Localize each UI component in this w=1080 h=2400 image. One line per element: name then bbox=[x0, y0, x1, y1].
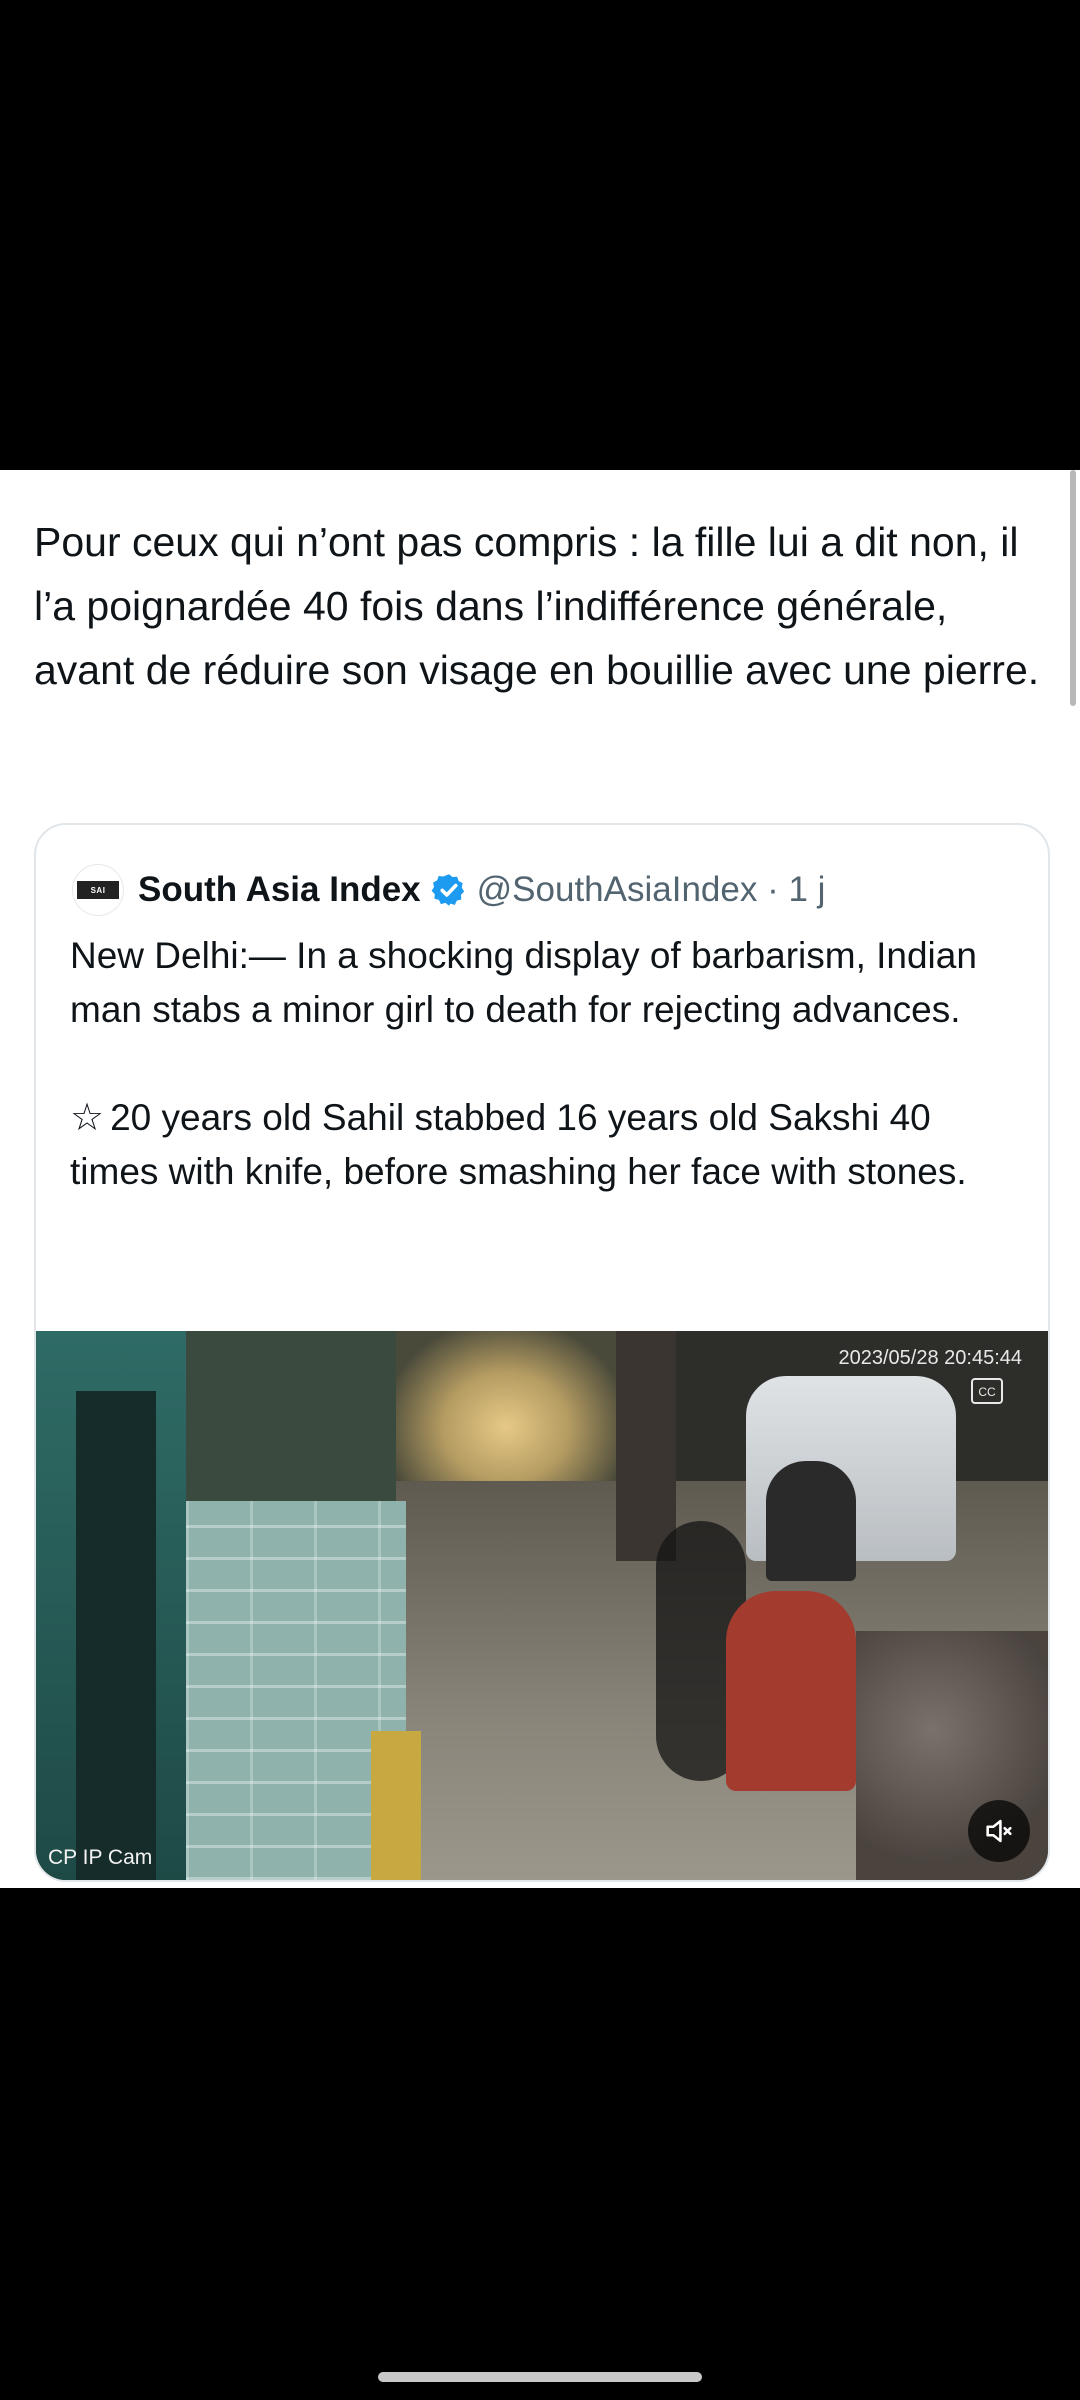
video-timestamp: 2023/05/28 20:45:44 bbox=[838, 1347, 1022, 1369]
author-name[interactable]: South Asia Index bbox=[138, 870, 421, 910]
top-black-area bbox=[0, 0, 1080, 470]
speaker-muted-icon bbox=[986, 1819, 1012, 1843]
closed-captions-icon[interactable]: CC bbox=[970, 1377, 1004, 1405]
home-indicator[interactable] bbox=[378, 2372, 702, 2382]
post-content: Pour ceux qui n’ont pas compris : la fil… bbox=[0, 470, 1080, 1888]
quoted-paragraph-2: ☆ 20 years old Sahil stabbed 16 years old… bbox=[70, 1091, 1020, 1199]
svg-text:CC: CC bbox=[978, 1385, 996, 1399]
video-scene bbox=[396, 1331, 616, 1491]
scrollbar[interactable] bbox=[1070, 470, 1076, 706]
south-asia-index-logo: SAI bbox=[77, 881, 119, 899]
quoted-tweet-card[interactable]: SAI South Asia Index @SouthAsiaIndex · 1… bbox=[34, 823, 1050, 1882]
quoted-paragraph-1: New Delhi:— In a shocking display of bar… bbox=[70, 935, 977, 1030]
mute-button[interactable] bbox=[968, 1800, 1030, 1862]
post-text: Pour ceux qui n’ont pas compris : la fil… bbox=[34, 519, 1040, 693]
avatar[interactable]: SAI bbox=[72, 864, 124, 916]
verified-badge-icon bbox=[431, 874, 464, 906]
video-player[interactable]: 2023/05/28 20:45:44 CC CP IP Cam bbox=[36, 1331, 1048, 1880]
handle-and-time[interactable]: @SouthAsiaIndex · 1 j bbox=[477, 870, 826, 910]
quoted-tweet-header: SAI South Asia Index @SouthAsiaIndex · 1… bbox=[72, 864, 826, 916]
quoted-paragraph-2-text: 20 years old Sahil stabbed 16 years old … bbox=[70, 1097, 967, 1192]
quoted-tweet-body: New Delhi:— In a shocking display of bar… bbox=[70, 929, 1020, 1199]
star-icon: ☆ bbox=[70, 1097, 105, 1139]
camera-label: CP IP Cam bbox=[48, 1846, 153, 1869]
